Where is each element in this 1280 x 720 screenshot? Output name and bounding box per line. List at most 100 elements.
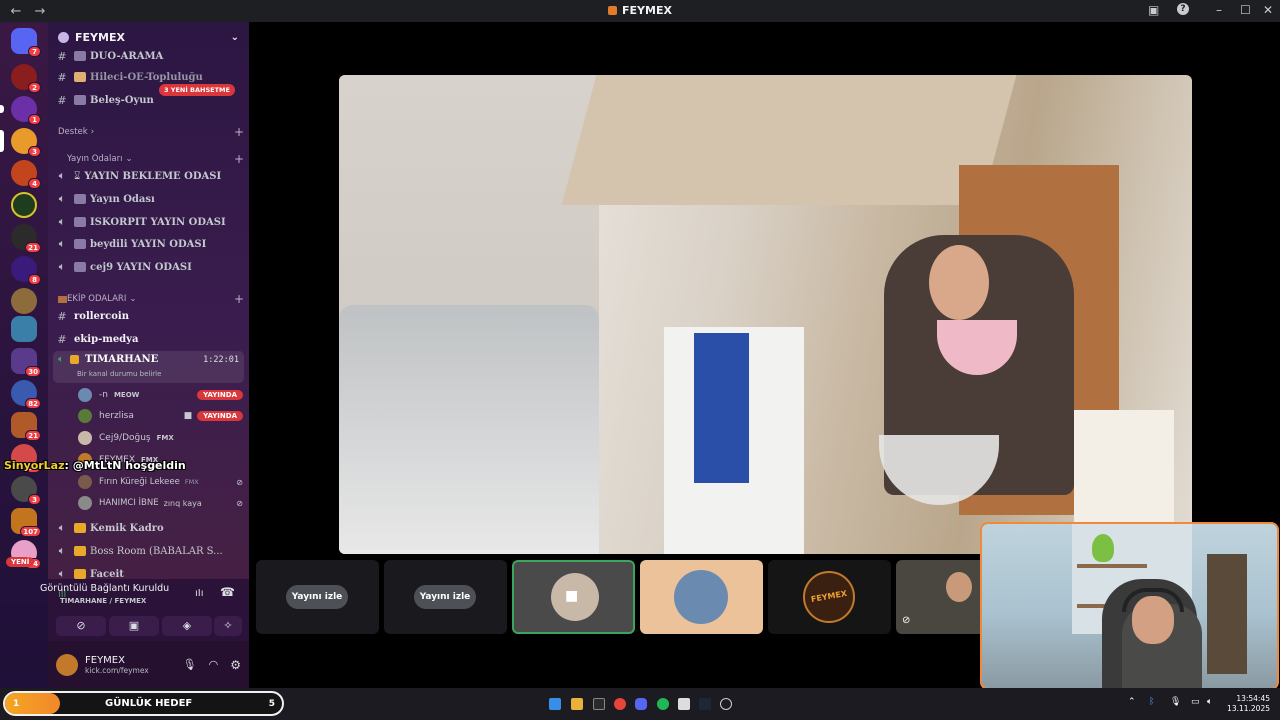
add-channel-icon[interactable]: + — [234, 152, 244, 166]
participant-tile[interactable]: FEYMEX — [768, 560, 891, 634]
glass-jar — [339, 305, 599, 554]
voice-channel[interactable]: 🔈︎ Kemik Kadro — [54, 518, 246, 538]
voice-channel[interactable]: 🔈︎ Boss Room (BABALAR S... — [54, 541, 246, 561]
voice-channel[interactable]: 🔈︎ cej9 YAYIN ODASI — [54, 257, 246, 277]
server-icon[interactable]: 82 — [11, 380, 41, 409]
voice-channel[interactable]: 🔈︎ ISKORPIT YAYIN ODASI — [54, 212, 246, 232]
lock-icon — [74, 569, 86, 579]
soundboard-icon: ✧ — [223, 619, 233, 632]
participant-tile[interactable] — [640, 560, 763, 634]
file-explorer-icon[interactable] — [571, 698, 583, 710]
participant-tile[interactable]: ⊘ — [896, 560, 980, 634]
category-destek[interactable]: Destek › + — [58, 125, 244, 139]
voice-user[interactable]: Fırın Küreği Lekeee FMX ⊘ — [78, 472, 243, 492]
text-channel-ekip-medya[interactable]: # ekip-medya — [54, 329, 246, 349]
help-icon[interactable]: ? — [1177, 3, 1189, 15]
system-clock[interactable]: 13:54:45 13.11.2025 — [1227, 694, 1270, 714]
volume-icon[interactable]: 🔈︎ — [1207, 697, 1212, 707]
shelf — [1077, 564, 1147, 568]
activity-button[interactable]: ◈ — [162, 616, 212, 636]
server-icon[interactable] — [11, 192, 37, 218]
watch-stream-button[interactable]: Yayını izle — [286, 585, 348, 609]
channel-beles-oyun[interactable]: # Beleş-Oyun — [54, 90, 246, 110]
voice-user[interactable]: herzlisa ■ YAYINDA — [78, 406, 243, 426]
speaker-icon: 🔈︎ — [58, 544, 66, 557]
avatar[interactable] — [56, 653, 78, 676]
cabinet — [561, 75, 1017, 205]
server-icon[interactable]: 4 — [11, 160, 41, 189]
channel-status-prompt[interactable]: Bir kanal durumu belirle — [77, 370, 161, 378]
maximize-icon[interactable]: ☐ — [1240, 3, 1251, 17]
new-messages-badge[interactable]: YENİ — [6, 557, 35, 567]
microphone-icon[interactable]: 🎙︎ — [183, 658, 197, 671]
guild-badge: 8 — [28, 274, 41, 285]
app-window: ← → FEYMEX ▣ ? – ☐ ✕ 7 2 1 3 4 21 8 30 8… — [0, 0, 1280, 720]
watch-stream-button[interactable]: Yayını izle — [414, 585, 476, 609]
discord-taskbar-icon[interactable] — [635, 698, 647, 710]
settings-gear-icon[interactable]: ⚙ — [230, 658, 241, 672]
headphones-icon[interactable]: ◠ — [209, 658, 219, 671]
stream-tile[interactable]: Yayını izle — [256, 560, 379, 634]
obs-icon[interactable] — [720, 698, 732, 710]
guild-badge: 107 — [20, 526, 41, 537]
close-icon[interactable]: ✕ — [1263, 3, 1273, 17]
soundboard-button[interactable]: ✧ — [214, 616, 242, 636]
chrome-icon[interactable] — [614, 698, 626, 710]
windows-start-icon[interactable] — [549, 698, 561, 710]
speaker-icon: 🔈︎ — [58, 260, 66, 273]
app-icon[interactable] — [678, 698, 690, 710]
server-folder-icon[interactable]: 30 — [11, 348, 41, 377]
noise-suppression-icon[interactable]: ıIı — [195, 588, 204, 599]
server-icon[interactable]: 3 — [0, 128, 41, 157]
server-icon[interactable]: 21 — [11, 224, 41, 253]
participant-tile[interactable]: ■ — [512, 560, 635, 634]
discord-home-icon[interactable]: 7 — [11, 28, 41, 57]
category-ekip[interactable]: EKİP ODALARI ⌄ + — [58, 292, 244, 306]
server-folder-icon[interactable] — [11, 316, 37, 342]
spotify-icon[interactable] — [657, 698, 669, 710]
text-channel-rollercoin[interactable]: # rollercoin — [54, 306, 246, 326]
inbox-icon[interactable]: ▣ — [1148, 3, 1159, 17]
minimize-icon[interactable]: – — [1216, 3, 1222, 17]
microphone-tray-icon[interactable]: 🎙︎ — [1170, 697, 1181, 707]
channel-label: Kemik Kadro — [90, 522, 164, 534]
bluetooth-icon[interactable]: ᛒ — [1149, 697, 1154, 707]
screen-share-button[interactable]: ▣ — [109, 616, 159, 636]
server-icon[interactable]: 1 — [0, 96, 41, 125]
voice-user[interactable]: HANIMCI İBNE zınq kaya ⊘ — [78, 493, 243, 513]
voice-channel[interactable]: 🔈︎ Yayın Odası — [54, 189, 246, 209]
category-yayin[interactable]: Yayın Odaları ⌄ + — [58, 152, 244, 166]
server-folder-icon[interactable]: 21 — [11, 412, 41, 441]
chevron-down-icon: ⌄ — [129, 294, 137, 304]
guild-badge: 30 — [25, 366, 41, 377]
camera-off-button[interactable]: ⊘ — [56, 616, 106, 636]
voice-channel[interactable]: 🔈︎ beydili YAYIN ODASI — [54, 234, 246, 254]
main-video-stream[interactable] — [339, 75, 1192, 554]
server-icon[interactable] — [11, 288, 37, 314]
speaker-icon: 🔈︎ — [58, 215, 66, 228]
network-icon[interactable]: ▭ — [1191, 697, 1200, 707]
server-icon[interactable]: 2 — [11, 64, 41, 93]
add-channel-icon[interactable]: + — [234, 292, 244, 306]
chevron-up-icon[interactable]: ⌃ — [1128, 697, 1136, 707]
server-folder-icon[interactable]: 107 — [11, 508, 41, 537]
server-icon[interactable]: 3 — [11, 476, 41, 505]
avatar — [78, 431, 92, 445]
server-icon[interactable]: 8 — [11, 256, 41, 285]
voice-user[interactable]: Cej9/Doğuş FMX — [78, 428, 243, 448]
stream-tile[interactable]: Yayını izle — [384, 560, 507, 634]
voice-user[interactable]: -n MEOW YAYINDA — [78, 385, 243, 405]
chevron-down-icon: ⌄ — [125, 154, 133, 164]
emoji-icon — [58, 156, 67, 163]
terminal-icon[interactable] — [593, 698, 605, 710]
steam-icon[interactable] — [699, 698, 711, 710]
hashtag-icon: # — [57, 309, 67, 323]
disconnect-icon[interactable]: ☎ — [220, 585, 235, 599]
chat-user: SinyorLaz — [4, 459, 65, 472]
active-voice-channel[interactable]: 🔈︎ TIMARHANE 1:22:01 Bir kanal durumu be… — [53, 351, 244, 383]
voice-channel[interactable]: 🔈︎ ⌛︎ YAYIN BEKLEME ODASI — [54, 166, 246, 186]
channel-label: Yayın Odası — [90, 193, 155, 205]
add-channel-icon[interactable]: + — [234, 125, 244, 139]
muted-icon: ⊘ — [236, 477, 243, 487]
channel-duo-arama[interactable]: # DUO-ARAMA — [54, 46, 246, 66]
